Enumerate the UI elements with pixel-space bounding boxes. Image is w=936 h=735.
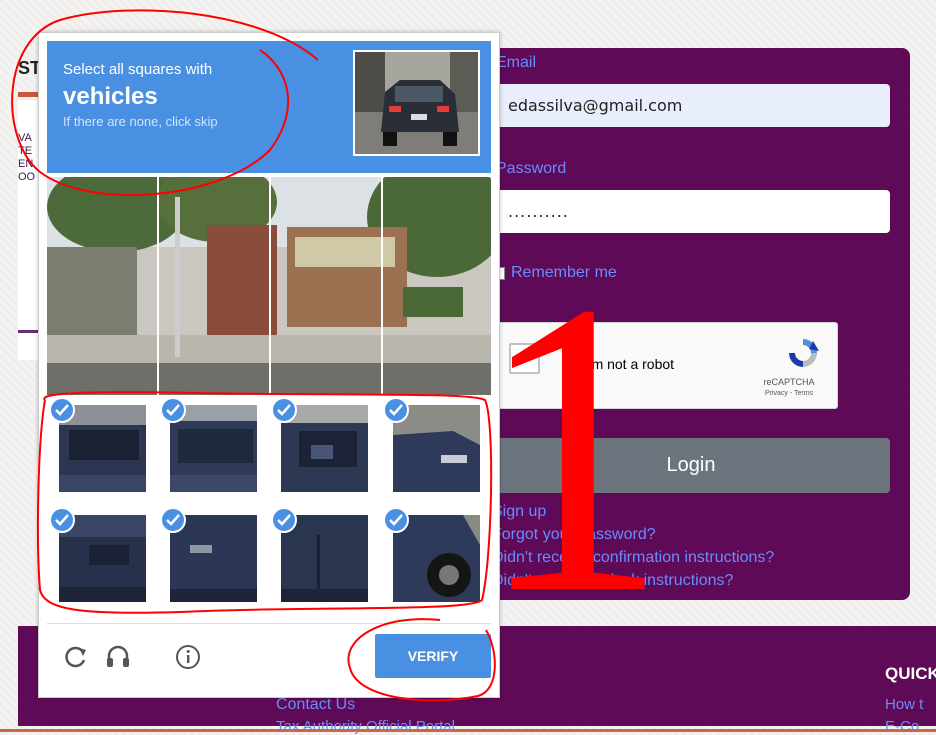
selected-check-icon bbox=[160, 397, 186, 423]
selected-check-icon bbox=[160, 507, 186, 533]
instruction-target: vehicles bbox=[63, 83, 158, 110]
recaptcha-logo-icon bbox=[783, 335, 823, 376]
selected-check-icon bbox=[49, 507, 75, 533]
recaptcha-brand: reCAPTCHA bbox=[763, 377, 815, 387]
selected-check-icon bbox=[271, 397, 297, 423]
portal-link[interactable]: Tax Authority Official Portal bbox=[276, 718, 455, 735]
challenge-footer: VERIFY bbox=[47, 623, 491, 693]
password-label: Password bbox=[496, 160, 567, 177]
instruction-line: Select all squares with bbox=[63, 61, 213, 78]
selected-image-grid bbox=[47, 397, 491, 615]
contact-link[interactable]: Contact Us bbox=[276, 696, 355, 714]
annotation-number: 1 bbox=[478, 215, 667, 680]
howto-link[interactable]: How t bbox=[885, 696, 923, 713]
street-image-grid bbox=[47, 177, 491, 395]
reload-icon[interactable] bbox=[63, 644, 89, 670]
instruction-hint: If there are none, click skip bbox=[63, 114, 218, 129]
selected-check-icon bbox=[49, 397, 75, 423]
audio-icon[interactable] bbox=[105, 644, 131, 670]
verify-button[interactable]: VERIFY bbox=[375, 634, 491, 678]
email-label: Email bbox=[496, 54, 537, 71]
selected-check-icon bbox=[383, 507, 409, 533]
bottom-divider bbox=[0, 729, 936, 732]
quick-links-heading: QUICK bbox=[885, 664, 936, 683]
challenge-header: Select all squares with vehicles If ther… bbox=[47, 41, 491, 173]
recaptcha-challenge: Select all squares with vehicles If ther… bbox=[38, 32, 500, 698]
sample-image bbox=[353, 50, 480, 156]
info-icon[interactable] bbox=[175, 644, 201, 670]
ecom-link[interactable]: E-Co bbox=[885, 718, 919, 735]
recaptcha-terms[interactable]: Privacy - Terms bbox=[749, 390, 829, 397]
selected-check-icon bbox=[383, 397, 409, 423]
selected-check-icon bbox=[271, 507, 297, 533]
email-field[interactable]: edassilva@gmail.com bbox=[492, 84, 890, 127]
